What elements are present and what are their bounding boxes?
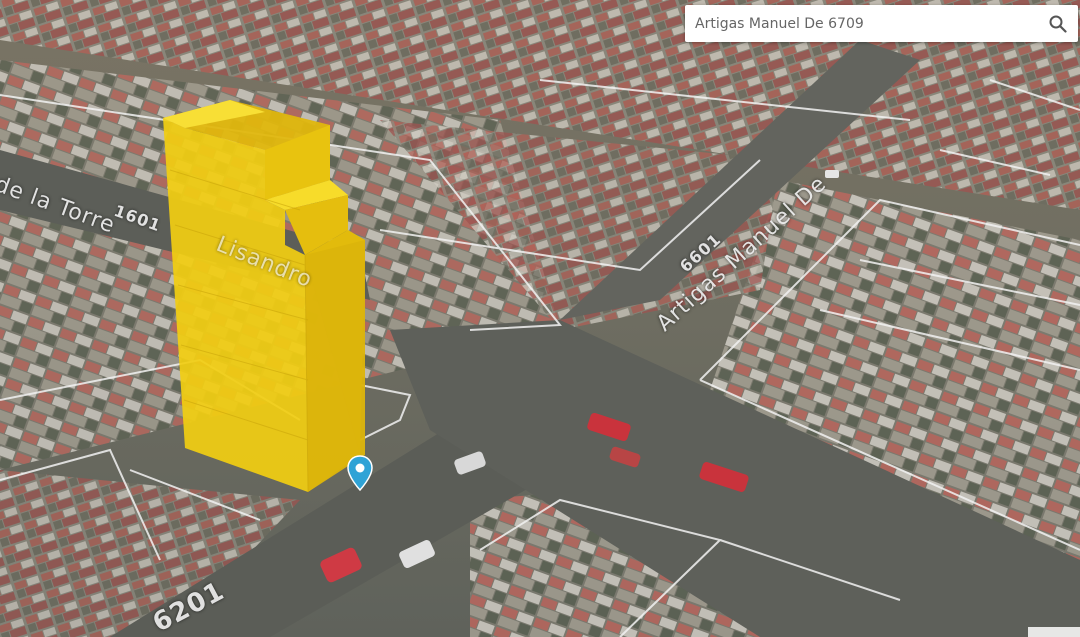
map-attribution: [1028, 627, 1080, 637]
search-bar: [685, 5, 1078, 42]
search-icon: [1049, 15, 1067, 33]
aerial-scene: [0, 0, 1080, 637]
search-input[interactable]: [685, 5, 1038, 42]
map-pin-icon[interactable]: [347, 455, 373, 491]
search-button[interactable]: [1038, 5, 1078, 42]
map-viewport[interactable]: Artigas Manuel De 6601 de la Torre 1601 …: [0, 0, 1080, 637]
